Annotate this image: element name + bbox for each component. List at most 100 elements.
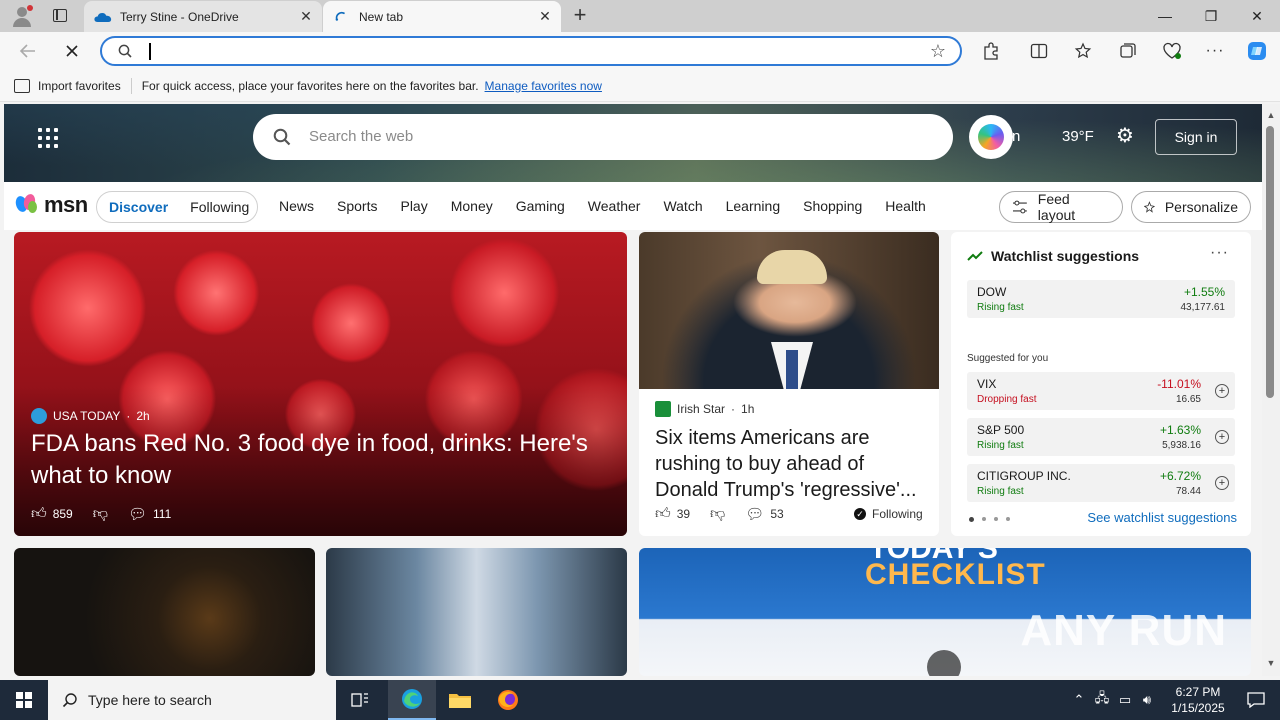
sign-in-button[interactable]: Sign in xyxy=(1155,119,1237,155)
irish-star-logo-icon xyxy=(655,401,671,417)
restore-button[interactable]: ❐ xyxy=(1188,0,1234,32)
import-favorites-label: Import favorites xyxy=(38,78,121,93)
tab-close-button[interactable]: ✕ xyxy=(296,8,316,25)
story-card-dark[interactable] xyxy=(14,548,315,676)
weather-temp[interactable]: 39°F xyxy=(1062,128,1094,145)
personalize-button[interactable]: Personalize xyxy=(1131,191,1251,223)
nav-link-sports[interactable]: Sports xyxy=(337,198,377,214)
nav-link-shopping[interactable]: Shopping xyxy=(803,198,862,214)
browser-essentials-button[interactable] xyxy=(1161,40,1183,62)
network-device-icon[interactable]: 🖧︎ xyxy=(1090,689,1114,711)
copilot-search-button[interactable] xyxy=(969,115,1013,159)
taskbar-edge-button[interactable] xyxy=(388,680,436,720)
address-input[interactable] xyxy=(148,42,908,62)
stock-name: S&P 500 xyxy=(977,423,1025,437)
carousel-dots[interactable] xyxy=(969,517,1010,522)
taskbar-file-explorer-button[interactable] xyxy=(436,680,484,720)
stock-row-sp500[interactable]: S&P 500 Rising fast +1.63% 5,938.16 + xyxy=(967,418,1235,456)
address-bar[interactable]: ☆ xyxy=(100,36,962,66)
window-close-button[interactable]: ✕ xyxy=(1234,0,1280,32)
stock-row-vix[interactable]: VIX Dropping fast -11.01% 16.65 + xyxy=(967,372,1235,410)
minimize-button[interactable]: — xyxy=(1142,0,1188,32)
stop-loading-button[interactable] xyxy=(58,38,86,64)
split-screen-button[interactable] xyxy=(1028,40,1050,62)
manage-favorites-link[interactable]: Manage favorites now xyxy=(485,79,602,93)
segment-following[interactable]: Following xyxy=(190,199,249,215)
scroll-down-icon[interactable]: ▼ xyxy=(1266,658,1276,668)
comment-count: 111 xyxy=(153,507,172,521)
start-button[interactable] xyxy=(0,680,48,720)
copilot-button[interactable] xyxy=(1246,40,1268,62)
tab-new-tab[interactable]: New tab ✕ xyxy=(323,1,561,32)
taskbar-firefox-button[interactable] xyxy=(484,680,532,720)
source-name: USA TODAY xyxy=(53,409,121,423)
profile-icon-body xyxy=(13,18,31,27)
add-to-watchlist-button[interactable]: + xyxy=(1215,476,1229,490)
nav-link-health[interactable]: Health xyxy=(885,198,925,214)
nav-link-learning[interactable]: Learning xyxy=(726,198,781,214)
new-tab-button[interactable]: + xyxy=(568,4,592,28)
thumbs-up-icon[interactable]: 👍︎ xyxy=(31,505,47,523)
story-headline[interactable]: FDA bans Red No. 3 food dye in food, dri… xyxy=(31,428,611,492)
nav-link-weather[interactable]: Weather xyxy=(588,198,641,214)
thumbs-down-icon[interactable]: 👎︎ xyxy=(93,505,108,523)
extensions-button[interactable] xyxy=(980,40,1002,62)
feed-layout-button[interactable]: Feed layout xyxy=(999,191,1123,223)
add-to-watchlist-button[interactable]: + xyxy=(1215,384,1229,398)
nav-link-news[interactable]: News xyxy=(279,198,314,214)
tab-onedrive[interactable]: Terry Stine - OneDrive ✕ xyxy=(84,1,322,32)
tab-actions-button[interactable] xyxy=(48,6,72,26)
taskbar-search[interactable]: Type here to search xyxy=(48,680,336,720)
story-image xyxy=(639,232,939,389)
stock-row-dow[interactable]: DOW Rising fast +1.55% 43,177.61 xyxy=(967,280,1235,318)
following-badge[interactable]: ✓ Following xyxy=(854,507,923,521)
gear-icon[interactable]: ⚙ xyxy=(1114,125,1136,147)
msn-butterfly-icon xyxy=(14,193,40,216)
comment-icon[interactable]: 💬︎ xyxy=(745,505,764,523)
separator-dot: · xyxy=(126,409,131,423)
main-story-card[interactable]: USA TODAY · 2h FDA bans Red No. 3 food d… xyxy=(14,232,627,536)
page-scrollbar[interactable]: ▲ ▼ xyxy=(1262,104,1280,676)
nav-link-play[interactable]: Play xyxy=(400,198,427,214)
favorites-button[interactable] xyxy=(1072,40,1094,62)
tab-close-button[interactable]: ✕ xyxy=(535,8,555,25)
nav-link-gaming[interactable]: Gaming xyxy=(516,198,565,214)
scroll-up-icon[interactable]: ▲ xyxy=(1266,110,1276,120)
scrollbar-thumb[interactable] xyxy=(1266,126,1274,398)
notifications-button[interactable] xyxy=(1232,680,1280,720)
import-icon xyxy=(14,78,30,93)
chevron-up-icon[interactable]: ⌃ xyxy=(1068,692,1090,708)
task-view-button[interactable] xyxy=(336,680,384,720)
second-story-card[interactable]: Irish Star · 1h Six items Americans are … xyxy=(639,232,939,536)
thumbs-down-icon[interactable]: 👎︎ xyxy=(710,505,725,523)
web-search-box[interactable]: Search the web xyxy=(253,114,953,160)
profile-button[interactable] xyxy=(8,4,36,28)
apps-grid-icon[interactable] xyxy=(38,128,58,148)
nav-link-money[interactable]: Money xyxy=(451,198,493,214)
taskbar-clock[interactable]: 6:27 PM 1/15/2025 xyxy=(1166,684,1230,716)
segment-discover[interactable]: Discover xyxy=(109,199,168,215)
volume-icon[interactable]: 🔊︎ xyxy=(1136,692,1158,708)
favorite-star-icon[interactable]: ☆ xyxy=(930,41,946,62)
stock-name: CITIGROUP INC. xyxy=(977,469,1071,483)
nav-link-watch[interactable]: Watch xyxy=(663,198,702,214)
video-card-checklist[interactable]: TODAY'S CHECKLIST ANY RUN xyxy=(639,548,1251,676)
feed-layout-label: Feed layout xyxy=(1037,191,1076,223)
back-button[interactable] xyxy=(14,38,42,64)
stock-row-citigroup[interactable]: CITIGROUP INC. Rising fast +6.72% 78.44 … xyxy=(967,464,1235,502)
taskbar-search-placeholder: Type here to search xyxy=(88,692,212,708)
settings-more-button[interactable]: ··· xyxy=(1204,40,1226,62)
add-to-watchlist-button[interactable]: + xyxy=(1215,430,1229,444)
story-headline[interactable]: Six items Americans are rushing to buy a… xyxy=(655,425,927,503)
comment-icon[interactable]: 💬︎ xyxy=(128,505,147,523)
see-watchlist-link[interactable]: See watchlist suggestions xyxy=(1087,510,1237,525)
msn-logo[interactable]: msn xyxy=(14,192,88,218)
import-favorites-button[interactable]: Import favorites xyxy=(14,78,121,93)
more-options-button[interactable]: ··· xyxy=(1210,244,1229,262)
title-bar: Terry Stine - OneDrive ✕ New tab ✕ + — ❐… xyxy=(0,0,1280,32)
play-icon[interactable] xyxy=(927,650,961,676)
collections-button[interactable] xyxy=(1117,40,1139,62)
network-icon[interactable]: ▭ xyxy=(1114,692,1136,708)
thumbs-up-icon[interactable]: 👍︎ xyxy=(655,505,671,523)
story-card-servers[interactable] xyxy=(326,548,627,676)
